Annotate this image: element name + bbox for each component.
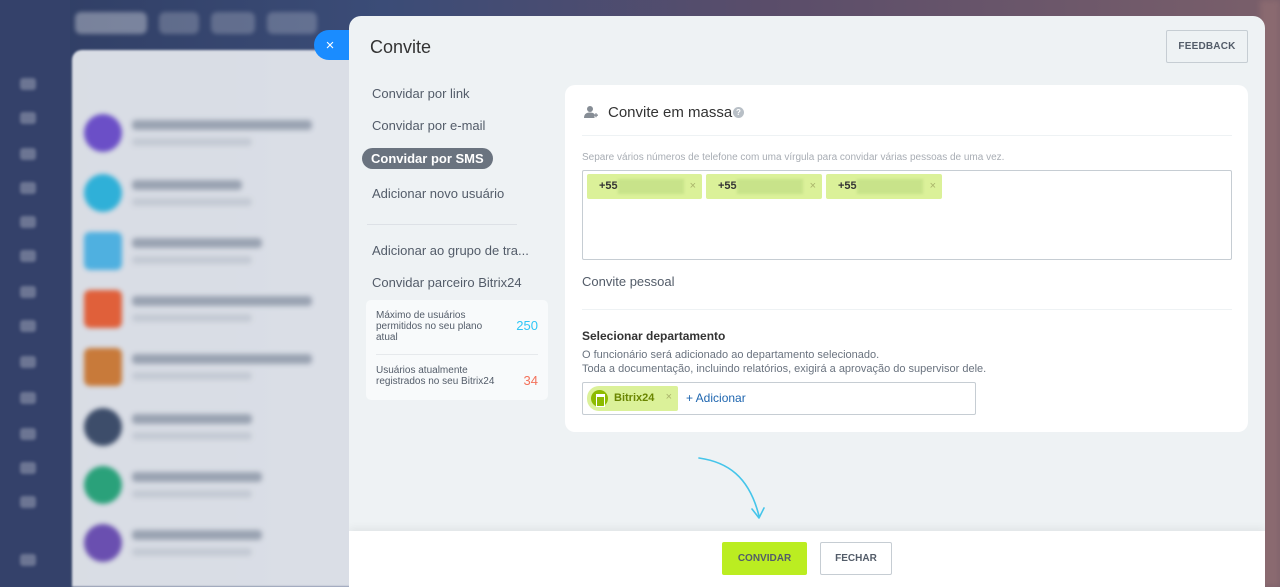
menu-item-invite-by-email[interactable]: Convidar por e-mail <box>362 112 552 144</box>
menu-divider <box>367 224 517 225</box>
phone-hint: Separe vários números de telefone com um… <box>582 152 1005 163</box>
menu-item-invite-by-link[interactable]: Convidar por link <box>362 80 552 112</box>
page-title: Convite <box>370 37 432 57</box>
mass-invite-card: Convite em massa ? Separe vários números… <box>565 85 1248 432</box>
arrow-annotation-icon <box>698 457 765 519</box>
personal-invite-link[interactable]: Convite pessoal <box>582 274 675 290</box>
department-desc-line: O funcionário será adicionado ao departa… <box>582 349 880 361</box>
phone-number-redacted <box>737 179 803 194</box>
stat-max-users: Máximo de usuários permitidos no seu pla… <box>376 300 538 355</box>
phone-tag[interactable]: +55 × <box>587 174 702 199</box>
stat-max-value: 250 <box>516 318 538 333</box>
invite-slider: Convite FEEDBACK Convidar por link Convi… <box>349 16 1265 587</box>
phone-tag[interactable]: +55 × <box>826 174 942 199</box>
building-icon <box>591 390 608 407</box>
close-button[interactable]: FECHAR <box>820 542 892 575</box>
phone-prefix: +55 <box>599 180 618 192</box>
help-icon[interactable]: ? <box>733 107 744 118</box>
feedback-button[interactable]: FEEDBACK <box>1166 30 1248 63</box>
background-left-bar <box>0 0 70 587</box>
stat-max-label: Máximo de usuários permitidos no seu pla… <box>376 310 483 343</box>
phone-numbers-field[interactable]: +55 × +55 × +55 × <box>582 170 1232 260</box>
department-desc-line: Toda a documentação, incluindo relatório… <box>582 363 987 375</box>
user-add-icon <box>584 106 598 118</box>
phone-tag[interactable]: +55 × <box>706 174 822 199</box>
user-limit-stats: Máximo de usuários permitidos no seu pla… <box>366 300 548 400</box>
background-chat-list <box>72 50 372 587</box>
add-department-link[interactable]: + Adicionar <box>686 391 746 405</box>
card-header: Convite em massa ? <box>582 85 1232 136</box>
menu-item-add-to-workgroup[interactable]: Adicionar ao grupo de tra... <box>362 237 552 269</box>
stat-current-label: Usuários atualmente registrados no seu B… <box>376 365 495 387</box>
phone-number-redacted <box>857 179 923 194</box>
department-title: Selecionar departamento <box>582 329 726 343</box>
department-tag-label: Bitrix24 <box>614 392 655 404</box>
invite-menu: Convidar por link Convidar por e-mail Co… <box>362 80 552 301</box>
close-icon: × <box>325 36 335 54</box>
remove-tag-icon[interactable]: × <box>930 174 936 199</box>
phone-number-redacted <box>618 179 684 194</box>
department-selector[interactable]: Bitrix24 × + Adicionar <box>582 382 976 415</box>
invite-button[interactable]: CONVIDAR <box>722 542 807 575</box>
remove-tag-icon[interactable]: × <box>666 391 672 403</box>
remove-tag-icon[interactable]: × <box>810 174 816 199</box>
phone-prefix: +55 <box>718 180 737 192</box>
department-description: O funcionário será adicionado ao departa… <box>582 348 986 376</box>
section-divider <box>582 309 1232 310</box>
remove-tag-icon[interactable]: × <box>690 174 696 199</box>
slider-footer: CONVIDAR FECHAR <box>349 531 1265 587</box>
menu-item-invite-partner[interactable]: Convidar parceiro Bitrix24 <box>362 269 552 301</box>
menu-item-invite-by-sms[interactable]: Convidar por SMS <box>362 148 493 169</box>
mass-invite-title: Convite em massa <box>608 104 733 121</box>
menu-item-add-new-user[interactable]: Adicionar novo usuário <box>362 180 552 212</box>
stat-current-value: 34 <box>523 373 538 388</box>
stat-current-users: Usuários atualmente registrados no seu B… <box>376 355 538 405</box>
department-tag[interactable]: Bitrix24 × <box>587 386 678 411</box>
phone-prefix: +55 <box>838 180 857 192</box>
